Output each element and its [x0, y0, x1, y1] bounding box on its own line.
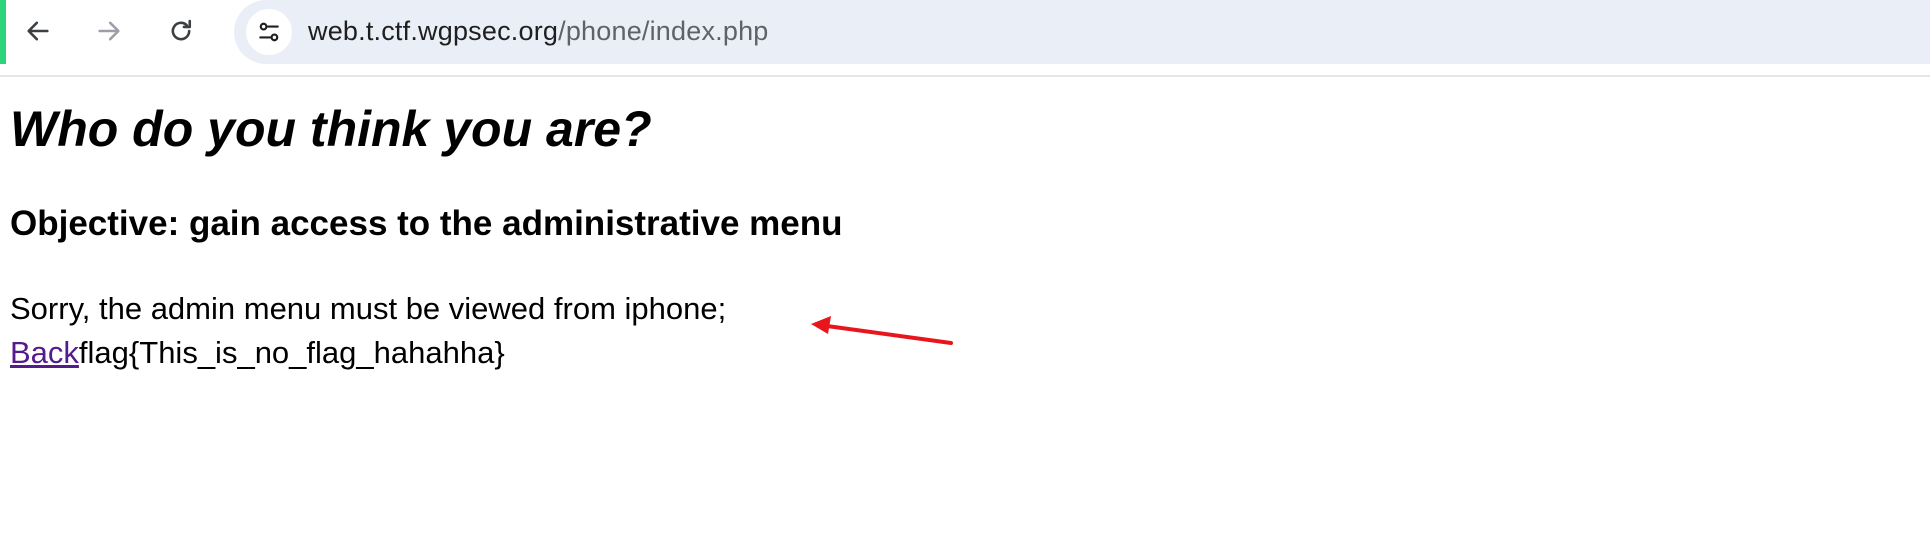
forward-button[interactable]	[86, 8, 132, 54]
url-host: web.t.ctf.wgpsec.org	[308, 16, 559, 46]
back-link[interactable]: Back	[10, 335, 79, 370]
reload-icon	[171, 19, 192, 41]
reload-button[interactable]	[158, 8, 204, 54]
red-arrow-annotation	[811, 316, 953, 345]
tune-icon	[259, 22, 279, 42]
toolbar-accent-bar	[0, 0, 6, 64]
arrow-right-icon	[98, 21, 120, 41]
error-message: Sorry, the admin menu must be viewed fro…	[10, 291, 727, 326]
arrow-left-icon	[27, 21, 49, 41]
objective-heading: Objective: gain access to the administra…	[10, 204, 843, 243]
browser-toolbar: web.t.ctf.wgpsec.org/phone/index.php	[0, 0, 1930, 64]
toolbar-divider	[0, 75, 1930, 77]
back-and-flag-line: Backflag{This_is_no_flag_hahahha}	[10, 335, 505, 371]
url-text[interactable]: web.t.ctf.wgpsec.org/phone/index.php	[308, 0, 769, 64]
site-info-button[interactable]	[246, 9, 292, 55]
flag-text: flag{This_is_no_flag_hahahha}	[78, 335, 505, 370]
address-bar[interactable]: web.t.ctf.wgpsec.org/phone/index.php	[234, 0, 1930, 64]
back-button[interactable]	[15, 8, 61, 54]
page-title: Who do you think you are?	[10, 101, 652, 157]
url-path: /phone/index.php	[558, 16, 769, 46]
